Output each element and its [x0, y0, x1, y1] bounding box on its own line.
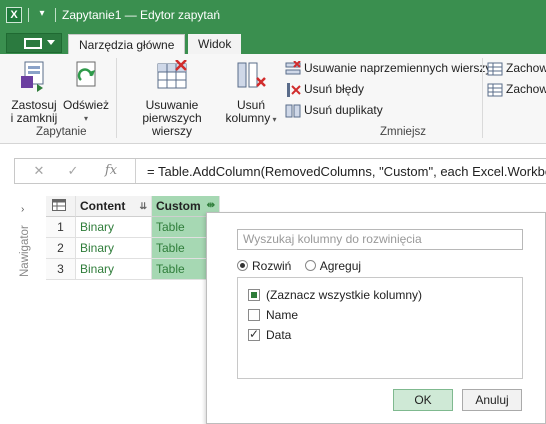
quick-access-dropdown-icon[interactable]: ▾ [34, 6, 50, 22]
remove-alternate-rows-button[interactable]: Usuwanie naprzemiennych wierszy [285, 60, 491, 78]
column-header-content-label: Content [80, 199, 126, 213]
checkbox-icon [248, 309, 260, 321]
formula-input[interactable]: = Table.AddColumn(RemovedColumns, "Custo… [147, 164, 546, 179]
table-cell-content[interactable]: Binary [76, 217, 152, 238]
file-menu-button[interactable] [6, 33, 62, 53]
refresh-label: Odśwież [62, 98, 109, 112]
refresh-dropdown-icon[interactable]: ▾ [62, 112, 110, 125]
ribbon-tab-row: Narzędzia główne Widok [0, 30, 546, 55]
select-all-checkbox[interactable]: (Zaznacz wszystkie kolumny) [248, 288, 422, 302]
row-number: 1 [46, 217, 76, 238]
fx-icon[interactable]: fx [101, 163, 121, 178]
ribbon: Zastosuj i zamknij Odśwież ▾ Zapytanie U… [0, 54, 546, 144]
ok-button[interactable]: OK [393, 389, 453, 411]
group-label-reduce: Zmniejsz [380, 126, 427, 138]
table-menu-icon[interactable] [46, 196, 76, 217]
cancel-formula-icon[interactable]: ✕ [29, 163, 49, 179]
remove-duplicates-label: Usuń duplikaty [304, 103, 383, 117]
column-checkbox-name[interactable]: Name [248, 308, 298, 322]
remove-duplicates-button[interactable]: Usuń duplikaty [285, 102, 383, 120]
group-label-query: Zapytanie [36, 126, 87, 138]
keep-rows-button[interactable]: Zachow [487, 60, 546, 78]
remove-alternate-rows-icon [285, 60, 301, 75]
keep-rows-button-2[interactable]: Zachow [487, 81, 546, 99]
group-divider [482, 58, 483, 138]
tab-home[interactable]: Narzędzia główne [68, 34, 186, 55]
navigator-pane[interactable]: › Nawigator [14, 196, 36, 424]
remove-top-rows-icon [157, 59, 187, 89]
remove-errors-label: Usuń błędy [304, 82, 365, 96]
column-search-input[interactable]: Wyszukaj kolumny do rozwinięcia [237, 229, 523, 250]
remove-top-rows-label-2: pierwszych wierszy [142, 111, 202, 138]
table-cell-content[interactable]: Binary [76, 259, 152, 280]
chevron-right-icon[interactable]: › [21, 204, 24, 215]
refresh-icon [76, 61, 96, 87]
select-all-label: (Zaznacz wszystkie kolumny) [266, 288, 423, 302]
column-checklist: (Zaznacz wszystkie kolumny) Name Data [237, 277, 523, 379]
formula-bar: ✕ ✓ fx = Table.AddColumn(RemovedColumns,… [14, 158, 546, 184]
divider [135, 159, 136, 183]
file-menu-icon [24, 38, 42, 49]
column-checkbox-data[interactable]: Data [248, 327, 292, 342]
keep-rows-label: Zachow [506, 61, 546, 75]
apply-close-label-2: i zamknij [10, 111, 58, 125]
radio-selected-icon [237, 260, 248, 271]
remove-columns-button[interactable]: Usuń kolumny ▾ [222, 60, 280, 126]
aggregate-radio[interactable]: Agreguj [304, 259, 362, 273]
remove-columns-icon [237, 62, 266, 88]
tab-view[interactable]: Widok [188, 34, 242, 54]
navigator-label: Nawigator [19, 225, 31, 277]
column-header-custom-label: Custom [156, 199, 201, 213]
excel-icon: X [6, 7, 22, 23]
checkbox-partial-icon [248, 289, 260, 301]
row-number: 2 [46, 238, 76, 259]
divider [28, 8, 29, 22]
remove-errors-icon [287, 82, 301, 97]
expand-radio[interactable]: Rozwiń [237, 259, 291, 273]
expand-radio-label: Rozwiń [252, 259, 292, 273]
remove-columns-label-2: kolumny ▾ [225, 111, 277, 125]
remove-alternate-rows-label: Usuwanie naprzemiennych wierszy [304, 61, 492, 75]
keep-rows-icon [487, 83, 503, 97]
checkbox-checked-icon [248, 327, 260, 341]
chevron-down-icon [47, 40, 55, 45]
column-checkbox-label: Name [266, 308, 299, 322]
expand-columns-popup: Wyszukaj kolumny do rozwinięcia Rozwiń A… [206, 212, 546, 424]
title-bar: X ▾ Zapytanie1 — Edytor zapytań [0, 0, 546, 30]
cancel-button[interactable]: Anuluj [462, 389, 522, 411]
apply-close-icon [21, 61, 44, 92]
radio-icon [304, 260, 316, 271]
window-title: Zapytanie1 — Edytor zapytań [62, 8, 221, 22]
row-number: 3 [46, 259, 76, 280]
keep-rows-label-2: Zachow [506, 82, 546, 96]
combine-binaries-icon[interactable]: ⇊ [139, 196, 147, 216]
divider [55, 8, 56, 22]
expand-mode-options: Rozwiń Agreguj [237, 259, 361, 273]
remove-duplicates-icon [285, 104, 301, 118]
remove-top-rows-button[interactable]: Usuwanie pierwszych wierszy [122, 59, 222, 138]
column-header-content[interactable]: Content ⇊ [76, 196, 152, 217]
apply-close-button[interactable]: Zastosuj i zamknij [8, 60, 60, 125]
confirm-formula-icon[interactable]: ✓ [63, 163, 83, 179]
aggregate-radio-label: Agreguj [319, 259, 362, 273]
remove-errors-button[interactable]: Usuń błędy [285, 81, 364, 99]
column-checkbox-label: Data [266, 328, 292, 342]
refresh-button[interactable]: Odśwież ▾ [62, 60, 110, 125]
keep-rows-icon [487, 62, 503, 76]
group-divider [116, 58, 117, 138]
table-cell-content[interactable]: Binary [76, 238, 152, 259]
